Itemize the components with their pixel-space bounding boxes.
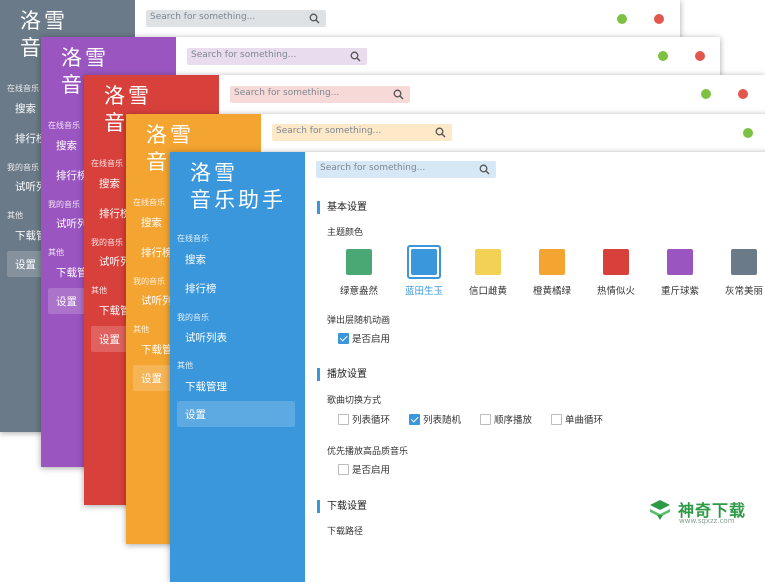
nav-item-settings-label: 设置 bbox=[141, 373, 162, 385]
nav-item-search[interactable]: 搜索 bbox=[99, 176, 120, 191]
search-placeholder: Search for something... bbox=[150, 12, 256, 22]
nav-item-settings-label: 设置 bbox=[15, 259, 36, 271]
theme-swatch[interactable] bbox=[667, 249, 693, 275]
hq-priority-label: 优先播放高品质音乐 bbox=[327, 447, 409, 457]
nav-group-other: 其他 bbox=[7, 211, 23, 220]
search-placeholder: Search for something... bbox=[234, 88, 340, 98]
nav-item-playlist[interactable]: 试听列 bbox=[141, 293, 173, 308]
nav-group-mine: 我的音乐 bbox=[177, 313, 209, 322]
search-input[interactable]: Search for something... bbox=[187, 48, 367, 65]
nav-group-mine: 我的音乐 bbox=[133, 277, 165, 286]
search-input[interactable]: Search for something... bbox=[272, 124, 452, 141]
popup-animation-label: 弹出层随机动画 bbox=[327, 316, 391, 326]
theme-swatch[interactable] bbox=[539, 249, 565, 275]
nav-item-downloads[interactable]: 下载管理 bbox=[185, 379, 227, 394]
nav-item-settings-label: 设置 bbox=[185, 409, 206, 421]
search-icon[interactable] bbox=[435, 127, 446, 138]
mode-single-loop-label[interactable]: 单曲循环 bbox=[565, 412, 603, 426]
minimize-button[interactable] bbox=[743, 128, 753, 138]
theme-swatch[interactable] bbox=[346, 249, 372, 275]
nav-item-charts[interactable]: 排行榜 bbox=[141, 245, 173, 260]
search-placeholder: Search for something... bbox=[320, 163, 426, 173]
minimize-button[interactable] bbox=[658, 51, 668, 61]
mode-list-loop-label[interactable]: 列表循环 bbox=[352, 412, 390, 426]
nav-item-downloads[interactable]: 下载管 bbox=[56, 265, 88, 280]
mode-list-loop-checkbox[interactable] bbox=[338, 414, 349, 425]
close-button[interactable] bbox=[695, 51, 705, 61]
nav-group-other: 其他 bbox=[177, 361, 193, 370]
download-site-logo-icon bbox=[650, 500, 670, 520]
search-icon[interactable] bbox=[479, 164, 490, 175]
search-placeholder: Search for something... bbox=[191, 50, 297, 60]
nav-item-downloads[interactable]: 下载管 bbox=[141, 342, 173, 357]
nav-group-online: 在线音乐 bbox=[7, 84, 39, 93]
theme-name: 绿意盎然 bbox=[339, 286, 379, 297]
search-placeholder: Search for something... bbox=[276, 126, 382, 136]
theme-name: 蓝田生玉 bbox=[404, 286, 444, 297]
nav-item-settings-label: 设置 bbox=[99, 334, 120, 346]
close-button[interactable] bbox=[654, 14, 664, 24]
section-basic-title: 基本设置 bbox=[317, 201, 367, 214]
popup-animation-checkbox[interactable] bbox=[338, 333, 349, 344]
theme-swatch[interactable] bbox=[603, 249, 629, 275]
nav-item-search[interactable]: 搜索 bbox=[185, 252, 206, 267]
minimize-button[interactable] bbox=[701, 89, 711, 99]
close-button[interactable] bbox=[738, 89, 748, 99]
theme-name: 热情似火 bbox=[596, 286, 636, 297]
nav-item-search[interactable]: 搜索 bbox=[141, 215, 162, 230]
nav-item-search[interactable]: 搜索 bbox=[56, 138, 77, 153]
theme-swatch[interactable] bbox=[731, 249, 757, 275]
mode-list-random-label[interactable]: 列表随机 bbox=[423, 412, 461, 426]
popup-animation-enable-label[interactable]: 是否启用 bbox=[352, 331, 390, 345]
switch-mode-label: 歌曲切换方式 bbox=[327, 396, 382, 406]
section-play-title: 播放设置 bbox=[317, 368, 367, 381]
hq-priority-enable-label[interactable]: 是否启用 bbox=[352, 462, 390, 476]
nav-group-other: 其他 bbox=[133, 325, 149, 334]
sidebar: 洛雪 音乐助手 在线音乐 搜索 排行榜 我的音乐 试听列表 其他 下载管理 设置 bbox=[170, 152, 305, 582]
nav-item-playlist[interactable]: 试听列 bbox=[56, 216, 88, 231]
nav-item-charts[interactable]: 排行榜 bbox=[56, 168, 88, 183]
theme-color-label: 主题颜色 bbox=[327, 228, 364, 238]
app-logo: 洛雪 音乐助手 bbox=[190, 161, 286, 212]
nav-group-online: 在线音乐 bbox=[133, 198, 165, 207]
download-path-label: 下载路径 bbox=[327, 527, 364, 537]
mode-single-loop-checkbox[interactable] bbox=[551, 414, 562, 425]
mode-sequential-label[interactable]: 顺序播放 bbox=[494, 412, 532, 426]
nav-item-charts[interactable]: 排行榜 bbox=[185, 281, 217, 296]
theme-swatch[interactable] bbox=[475, 249, 501, 275]
nav-group-online: 在线音乐 bbox=[177, 234, 209, 243]
search-input[interactable]: Search for something... bbox=[146, 10, 326, 27]
theme-name: 信口雌黄 bbox=[468, 286, 508, 297]
nav-group-online: 在线音乐 bbox=[48, 121, 80, 130]
minimize-button[interactable] bbox=[617, 14, 627, 24]
hq-priority-checkbox[interactable] bbox=[338, 464, 349, 475]
theme-name: 橙黄橘绿 bbox=[532, 286, 572, 297]
nav-group-mine: 我的音乐 bbox=[7, 163, 39, 172]
nav-group-mine: 我的音乐 bbox=[48, 200, 80, 209]
nav-item-settings[interactable]: 设置 bbox=[177, 401, 295, 427]
nav-group-other: 其他 bbox=[48, 248, 64, 257]
theme-swatch[interactable] bbox=[411, 249, 437, 275]
search-icon[interactable] bbox=[393, 89, 404, 100]
theme-name: 灰常美丽 bbox=[724, 286, 764, 297]
nav-group-mine: 我的音乐 bbox=[91, 238, 123, 247]
nav-group-other: 其他 bbox=[91, 286, 107, 295]
search-input[interactable]: Search for something... bbox=[316, 161, 496, 178]
mode-list-random-checkbox[interactable] bbox=[409, 414, 420, 425]
watermark-url: www.sqxzz.com bbox=[679, 517, 735, 525]
search-icon[interactable] bbox=[309, 13, 320, 24]
app-window-blue-theme: 洛雪 音乐助手 在线音乐 搜索 排行榜 我的音乐 试听列表 其他 下载管理 设置 … bbox=[170, 152, 765, 582]
mode-sequential-checkbox[interactable] bbox=[480, 414, 491, 425]
nav-item-playlist[interactable]: 试听列表 bbox=[185, 330, 227, 345]
nav-group-online: 在线音乐 bbox=[91, 159, 123, 168]
search-input[interactable]: Search for something... bbox=[230, 86, 410, 103]
nav-item-settings-label: 设置 bbox=[56, 296, 77, 308]
nav-item-search[interactable]: 搜索 bbox=[15, 101, 36, 116]
search-icon[interactable] bbox=[350, 51, 361, 62]
theme-name: 重斤球紫 bbox=[660, 286, 700, 297]
section-download-title: 下载设置 bbox=[317, 500, 367, 513]
